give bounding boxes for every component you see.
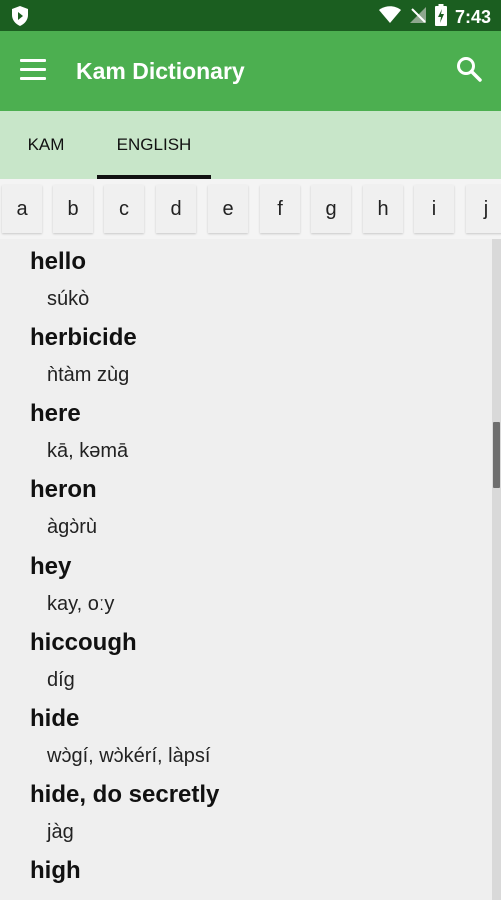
entry-word: hiccough: [30, 629, 137, 656]
letter-button-g[interactable]: g: [311, 185, 351, 233]
entry-word: herbicide: [30, 324, 137, 351]
entry-translation: kay, oːy: [47, 593, 115, 615]
entry-translation: súkò: [47, 288, 90, 310]
wifi-icon: [378, 6, 401, 29]
entry-word: hide, do secretly: [30, 781, 220, 808]
menu-icon[interactable]: [20, 59, 48, 81]
scrollbar-thumb[interactable]: [493, 422, 500, 488]
list-item[interactable]: here kā, kəmā: [0, 391, 491, 467]
letter-button-j[interactable]: j: [466, 185, 501, 233]
entry-translation: jàg: [47, 821, 74, 843]
no-signal-icon: [409, 6, 427, 29]
entry-translation: wɔ̀gí, wɔ̀kérí, làpsí: [47, 745, 211, 767]
entry-translation: ǹtàm zùg: [47, 364, 130, 386]
letter-button-d[interactable]: d: [156, 185, 196, 233]
list-item[interactable]: hello súkò: [0, 239, 491, 315]
word-list[interactable]: hello súkò herbicide ǹtàm zùg here kā, k…: [0, 239, 491, 900]
entry-word: hello: [30, 248, 87, 275]
list-item[interactable]: hide wɔ̀gí, wɔ̀kérí, làpsí: [0, 696, 491, 772]
letter-button-i[interactable]: i: [414, 185, 454, 233]
app-title: Kam Dictionary: [76, 58, 245, 84]
tab-english[interactable]: ENGLISH: [97, 111, 211, 179]
status-bar: 7:43: [0, 0, 501, 31]
list-item[interactable]: hiccough díg: [0, 620, 491, 696]
tab-english-label: ENGLISH: [116, 135, 192, 154]
battery-icon: [434, 4, 447, 31]
list-item[interactable]: hey kay, oːy: [0, 544, 491, 620]
clock: 7:43: [454, 7, 491, 27]
scrollbar[interactable]: [492, 239, 501, 900]
entry-translation: kā, kəmā: [47, 440, 129, 462]
entry-translation: díg: [47, 669, 75, 691]
entry-word: heron: [30, 476, 97, 503]
list-item[interactable]: herbicide ǹtàm zùg: [0, 315, 491, 391]
list-item[interactable]: hide, do secretly jàg: [0, 772, 491, 848]
letter-button-h[interactable]: h: [363, 185, 403, 233]
entry-word: hide: [30, 705, 80, 732]
search-icon[interactable]: [455, 55, 483, 88]
letter-button-c[interactable]: c: [104, 185, 144, 233]
tab-bar: KAM ENGLISH: [0, 111, 501, 179]
entry-translation: àgɔ̀rù: [47, 516, 98, 538]
app-bar: Kam Dictionary: [0, 31, 501, 111]
list-item[interactable]: heron àgɔ̀rù: [0, 467, 491, 543]
letter-button-f[interactable]: f: [260, 185, 300, 233]
entry-word: high: [30, 857, 81, 884]
entry-word: hey: [30, 553, 72, 580]
status-icons: 7:43: [378, 4, 491, 31]
letter-button-b[interactable]: b: [53, 185, 93, 233]
shield-icon: [10, 5, 30, 32]
letter-button-e[interactable]: e: [208, 185, 248, 233]
list-item[interactable]: high: [0, 848, 491, 900]
entry-word: here: [30, 400, 81, 427]
tab-kam[interactable]: KAM: [0, 111, 92, 179]
letter-index-bar: a b c d e f g h i j: [0, 179, 501, 239]
letter-button-a[interactable]: a: [2, 185, 42, 233]
